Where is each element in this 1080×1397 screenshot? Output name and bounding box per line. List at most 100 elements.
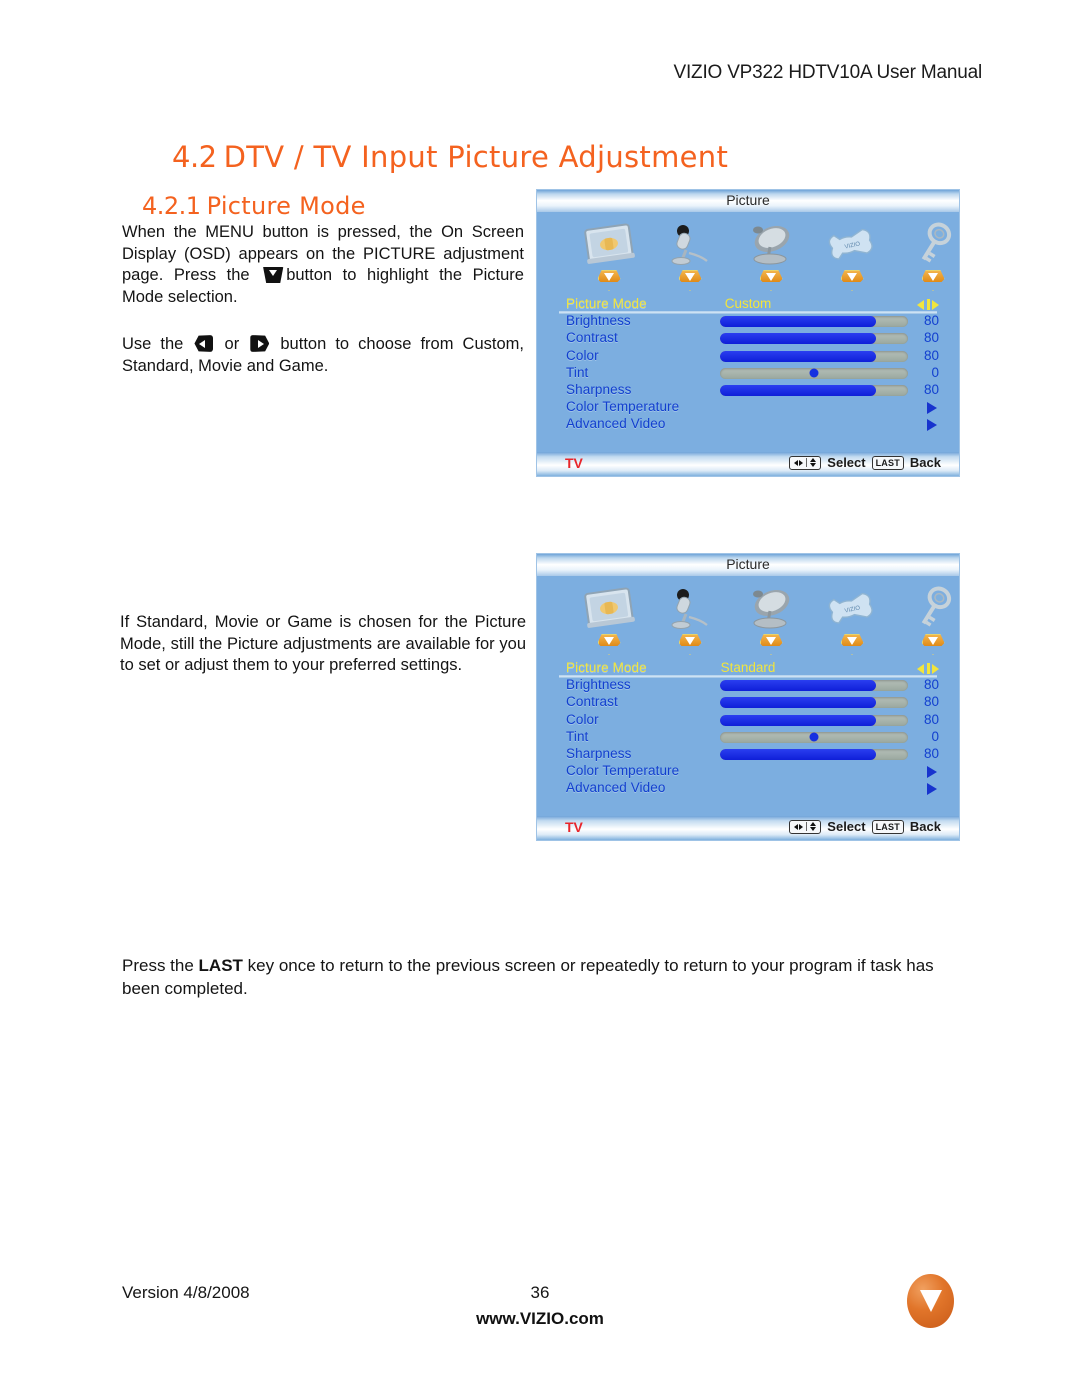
color-slider[interactable] — [720, 714, 908, 726]
contrast-slider[interactable] — [720, 697, 908, 709]
osd-row-sharpness[interactable]: Sharpness 80 — [537, 746, 959, 763]
osd-tab-picture[interactable] — [569, 218, 649, 294]
vizio-logo-icon — [907, 1274, 954, 1328]
osd-row-sharpness[interactable]: Sharpness 80 — [537, 382, 959, 399]
osd-select-label: Select — [827, 455, 866, 470]
wrench-icon: VIZIO — [812, 218, 892, 270]
satellite-dish-icon — [731, 218, 811, 270]
sharpness-slider[interactable] — [720, 384, 908, 396]
osd-title: Picture — [726, 192, 770, 208]
tint-slider[interactable] — [720, 731, 908, 743]
tv-screen-icon — [569, 582, 649, 634]
left-right-arrows-icon[interactable] — [917, 298, 939, 311]
osd-row-value: 80 — [923, 694, 939, 710]
navigation-arrows-icon — [789, 455, 822, 470]
vizio-badge-icon — [759, 270, 783, 291]
vizio-badge-icon — [678, 270, 702, 291]
color-slider[interactable] — [720, 350, 908, 362]
osd-tab-tuner[interactable] — [731, 582, 811, 658]
osd-titlebar: Picture — [537, 554, 959, 576]
osd-row-tint[interactable]: Tint 0 — [537, 365, 959, 382]
osd-select-label: Select — [827, 819, 866, 834]
osd-row-color[interactable]: Color 80 — [537, 348, 959, 365]
osd-row-label: Sharpness — [566, 745, 632, 761]
osd-status-bar: TV Select LAST Back — [537, 452, 959, 476]
contrast-slider[interactable] — [720, 333, 908, 345]
left-right-arrows-icon[interactable] — [917, 662, 939, 675]
last-key-label: LAST — [198, 956, 243, 975]
osd-row-color-temperature[interactable]: Color Temperature — [537, 763, 959, 780]
vizio-badge-icon — [759, 634, 783, 655]
osd-row-value: 0 — [931, 728, 939, 744]
osd-row-picture-mode[interactable]: Picture Mode Standard — [537, 660, 959, 677]
chevron-right-icon — [927, 783, 937, 796]
osd-row-label: Brightness — [566, 313, 631, 329]
osd-tab-setup[interactable]: VIZIO — [812, 218, 892, 294]
osd-row-contrast[interactable]: Contrast 80 — [537, 694, 959, 711]
last-keycap-icon: LAST — [871, 455, 904, 470]
osd-row-label: Advanced Video — [566, 416, 666, 432]
osd-status-bar: TV Select LAST Back — [537, 816, 959, 840]
osd-row-value: 80 — [923, 313, 939, 329]
last-keycap-icon: LAST — [871, 819, 904, 834]
osd-row-advanced-video[interactable]: Advanced Video — [537, 416, 959, 433]
page-header: VIZIO VP322 HDTV10A User Manual — [673, 62, 983, 83]
osd-row-value: 80 — [923, 677, 939, 693]
subsection-title: Picture Mode — [206, 192, 366, 220]
osd-row-value: Custom — [724, 296, 772, 311]
osd-row-value: Standard — [720, 660, 776, 675]
paragraph-preset-adjust: If Standard, Movie or Game is chosen for… — [120, 613, 526, 674]
osd-row-contrast[interactable]: Contrast 80 — [537, 330, 959, 347]
left-button-icon — [194, 335, 214, 352]
osd-row-label: Color Temperature — [566, 763, 680, 779]
osd-tab-parental[interactable] — [893, 218, 973, 294]
osd-tab-setup[interactable]: VIZIO — [812, 582, 892, 658]
osd-hints: Select LAST Back — [789, 819, 941, 834]
osd-row-value: 80 — [923, 745, 939, 761]
osd-row-color-temperature[interactable]: Color Temperature — [537, 399, 959, 416]
osd-row-brightness[interactable]: Brightness 80 — [537, 677, 959, 694]
osd-row-value: 80 — [923, 711, 939, 727]
osd-row-label: Tint — [566, 364, 589, 380]
vizio-badge-icon — [678, 634, 702, 655]
osd-row-label: Contrast — [566, 694, 618, 710]
osd-row-picture-mode[interactable]: Picture Mode Custom — [537, 296, 959, 313]
osd-row-value: 0 — [931, 364, 939, 380]
section-title: DTV / TV Input Picture Adjustment — [223, 140, 729, 174]
brightness-slider[interactable] — [720, 316, 908, 328]
sharpness-slider[interactable] — [720, 748, 908, 760]
osd-row-color[interactable]: Color 80 — [537, 712, 959, 729]
osd-tab-audio[interactable] — [650, 582, 730, 658]
osd-tab-picture[interactable] — [569, 582, 649, 658]
vizio-badge-icon — [840, 270, 864, 291]
osd-row-label: Advanced Video — [566, 780, 666, 796]
osd-tab-audio[interactable] — [650, 218, 730, 294]
brightness-slider[interactable] — [720, 680, 908, 692]
osd-tab-tuner[interactable] — [731, 218, 811, 294]
osd-row-advanced-video[interactable]: Advanced Video — [537, 780, 959, 797]
osd-source-label: TV — [565, 455, 583, 471]
tint-slider[interactable] — [720, 367, 908, 379]
subsection-heading: 4.2.1 Picture Mode — [142, 192, 366, 220]
osd-row-label: Color — [566, 347, 599, 363]
chevron-right-icon — [927, 766, 937, 779]
osd-tab-parental[interactable] — [893, 582, 973, 658]
vizio-badge-icon — [921, 634, 945, 655]
satellite-dish-icon — [731, 582, 811, 634]
down-button-icon — [263, 267, 284, 283]
osd-icon-row: VIZIO — [537, 576, 959, 678]
osd-row-label: Sharpness — [566, 381, 632, 397]
osd-row-brightness[interactable]: Brightness 80 — [537, 313, 959, 330]
paragraph-text: Use the — [122, 335, 193, 353]
osd-icon-row: VIZIO — [537, 212, 959, 314]
tv-screen-icon — [569, 218, 649, 270]
subsection-number: 4.2.1 — [142, 192, 201, 220]
osd-row-label: Color Temperature — [566, 399, 680, 415]
osd-menu-rows: Picture Mode Custom Brightness 80 Contra… — [537, 296, 959, 434]
navigation-arrows-icon — [789, 819, 822, 834]
osd-hints: Select LAST Back — [789, 455, 941, 470]
osd-titlebar: Picture — [537, 190, 959, 212]
wrench-icon: VIZIO — [812, 582, 892, 634]
osd-row-tint[interactable]: Tint 0 — [537, 729, 959, 746]
osd-back-label: Back — [909, 819, 941, 834]
